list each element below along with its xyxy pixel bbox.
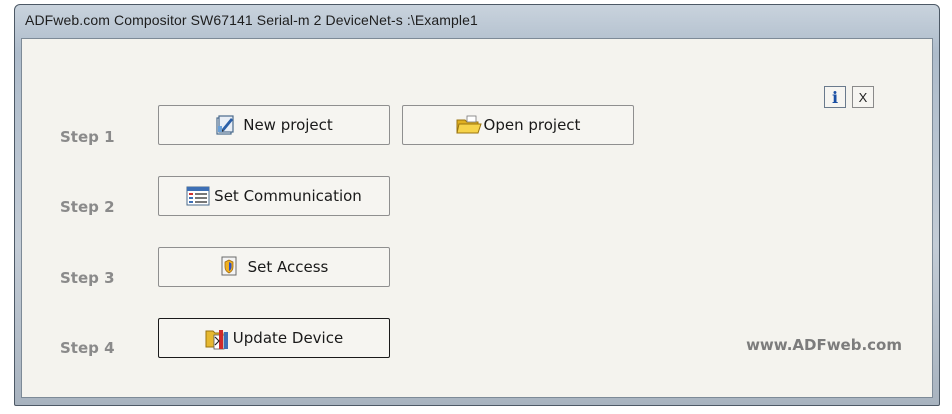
new-project-icon bbox=[215, 114, 237, 136]
step-3-label: Step 3 bbox=[60, 269, 115, 287]
step-1-label: Step 1 bbox=[60, 128, 115, 146]
set-communication-button[interactable]: Set Communication bbox=[158, 176, 390, 216]
open-project-label: Open project bbox=[483, 116, 581, 134]
info-icon: i bbox=[831, 87, 839, 107]
folder-open-icon bbox=[455, 114, 482, 136]
communication-table-icon bbox=[186, 185, 210, 207]
open-project-button[interactable]: Open project bbox=[402, 105, 634, 145]
access-icon bbox=[220, 256, 242, 278]
update-device-label: Update Device bbox=[232, 329, 344, 347]
window-title: ADFweb.com Compositor SW67141 Serial-m 2… bbox=[25, 12, 478, 28]
main-panel: i X Step 1 Step 2 Step 3 Step 4 New proj… bbox=[21, 38, 933, 398]
set-access-label: Set Access bbox=[247, 258, 329, 276]
update-device-icon bbox=[205, 327, 228, 350]
close-button[interactable]: X bbox=[852, 86, 874, 108]
new-project-label: New project bbox=[243, 116, 333, 134]
update-device-button[interactable]: Update Device bbox=[158, 318, 390, 358]
title-bar[interactable]: ADFweb.com Compositor SW67141 Serial-m 2… bbox=[15, 5, 939, 35]
set-access-button[interactable]: Set Access bbox=[158, 247, 390, 287]
app-window: ADFweb.com Compositor SW67141 Serial-m 2… bbox=[14, 4, 940, 406]
step-2-label: Step 2 bbox=[60, 198, 115, 216]
info-button[interactable]: i bbox=[824, 86, 846, 108]
new-project-button[interactable]: New project bbox=[158, 105, 390, 145]
set-communication-label: Set Communication bbox=[214, 187, 362, 205]
step-4-label: Step 4 bbox=[60, 339, 115, 357]
close-icon: X bbox=[858, 89, 868, 105]
website-link: www.ADFweb.com bbox=[746, 336, 902, 354]
